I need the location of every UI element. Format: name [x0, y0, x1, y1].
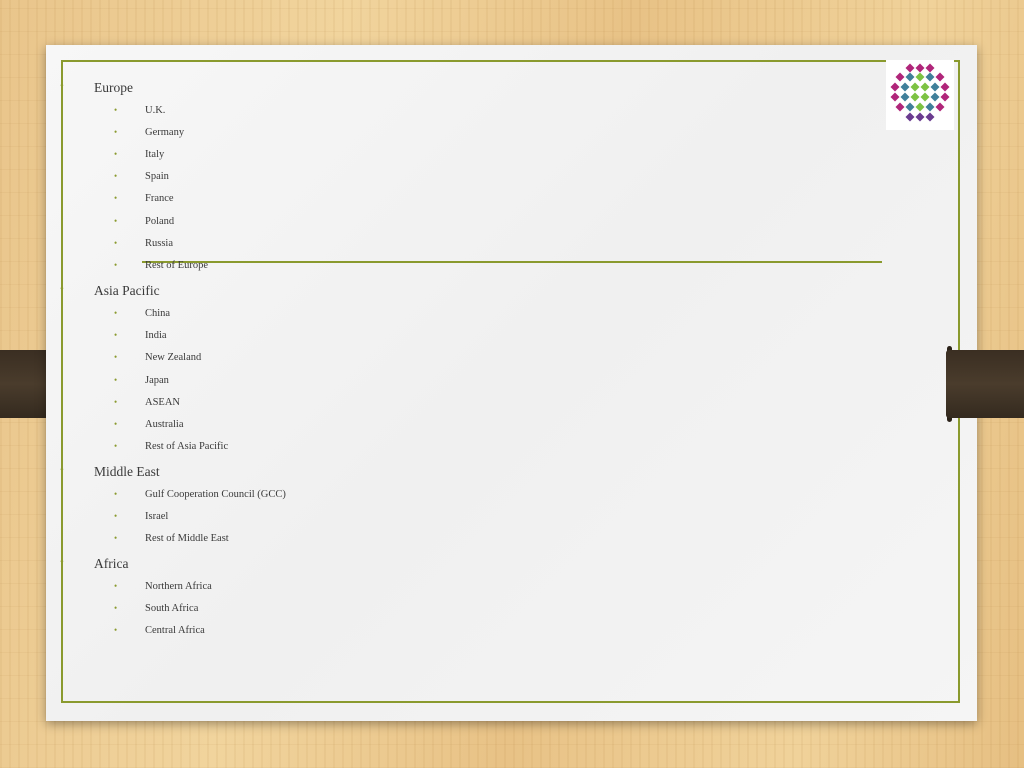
region-heading-middle-east: • Middle East [60, 464, 160, 480]
item-label: Rest of Europe [145, 260, 208, 271]
bullet-icon: • [114, 127, 118, 137]
item-label: France [145, 193, 174, 204]
list-item: • Rest of Europe [114, 260, 208, 271]
item-label: Poland [145, 216, 175, 227]
bullet-icon: • [114, 193, 118, 203]
list-item: • China [114, 308, 171, 319]
list-item: • Gulf Cooperation Council (GCC) [114, 489, 286, 500]
item-label: Northern Africa [145, 581, 212, 592]
list-item: • ASEAN [114, 397, 181, 408]
bullet-icon: • [114, 238, 118, 248]
bullet-icon: • [114, 375, 118, 385]
list-item: • Rest of Middle East [114, 533, 229, 544]
bullet-icon: • [114, 489, 118, 499]
item-label: Italy [145, 149, 165, 160]
region-label: Europe [94, 80, 133, 95]
region-heading-africa: • Africa [60, 556, 129, 572]
item-label: U.K. [145, 105, 166, 116]
list-item: • Rest of Asia Pacific [114, 441, 229, 452]
item-label: ASEAN [145, 397, 181, 408]
bullet-icon: • [114, 603, 118, 613]
item-label: Gulf Cooperation Council (GCC) [145, 489, 286, 500]
bullet-icon: • [60, 556, 64, 568]
bullet-icon: • [114, 419, 118, 429]
bullet-icon: • [114, 441, 118, 451]
region-heading-asia-pacific: • Asia Pacific [60, 283, 160, 299]
region-list: • Europe • U.K. • Germany • Italy • Spain • F… [46, 45, 977, 721]
bullet-icon: • [114, 105, 118, 115]
region-label: Asia Pacific [94, 283, 160, 298]
item-label: Spain [145, 171, 169, 182]
item-label: Rest of Middle East [145, 533, 229, 544]
bullet-icon: • [114, 511, 118, 521]
list-item: • Northern Africa [114, 581, 212, 592]
region-label: Africa [94, 556, 129, 571]
bullet-icon: • [114, 533, 118, 543]
bullet-icon: • [114, 625, 118, 635]
list-item: • France [114, 193, 174, 204]
list-item: • Russia [114, 238, 174, 249]
list-item: • Australia [114, 419, 184, 430]
list-item: • Germany [114, 127, 185, 138]
list-item: • South Africa [114, 603, 199, 614]
item-label: South Africa [145, 603, 199, 614]
region-label: Middle East [94, 464, 160, 479]
bullet-icon: • [114, 581, 118, 591]
list-item: • India [114, 330, 167, 341]
list-item: • Israel [114, 511, 169, 522]
bullet-icon: • [60, 283, 64, 295]
item-label: Central Africa [145, 625, 205, 636]
list-item: • Central Africa [114, 625, 205, 636]
bullet-icon: • [114, 352, 118, 362]
slide: • Europe • U.K. • Germany • Italy • Spain • F… [46, 45, 977, 721]
item-label: Israel [145, 511, 169, 522]
list-item: • Spain [114, 171, 169, 182]
bullet-icon: • [114, 216, 118, 226]
list-item: • Japan [114, 375, 169, 386]
bullet-icon: • [114, 330, 118, 340]
list-item: • U.K. [114, 105, 166, 116]
bullet-icon: • [60, 464, 64, 476]
bullet-icon: • [114, 308, 118, 318]
list-item: • Italy [114, 149, 165, 160]
item-label: Russia [145, 238, 174, 249]
right-strap [946, 350, 1024, 418]
item-label: New Zealand [145, 352, 202, 363]
list-item: • New Zealand [114, 352, 202, 363]
bullet-icon: • [114, 149, 118, 159]
item-label: China [145, 308, 171, 319]
bullet-icon: • [114, 260, 118, 270]
item-label: Australia [145, 419, 184, 430]
region-heading-europe: • Europe [60, 80, 133, 96]
bullet-icon: • [60, 80, 64, 92]
bullet-icon: • [114, 171, 118, 181]
item-label: Germany [145, 127, 185, 138]
item-label: Japan [145, 375, 169, 386]
list-item: • Poland [114, 216, 175, 227]
bullet-icon: • [114, 397, 118, 407]
item-label: India [145, 330, 167, 341]
item-label: Rest of Asia Pacific [145, 441, 229, 452]
